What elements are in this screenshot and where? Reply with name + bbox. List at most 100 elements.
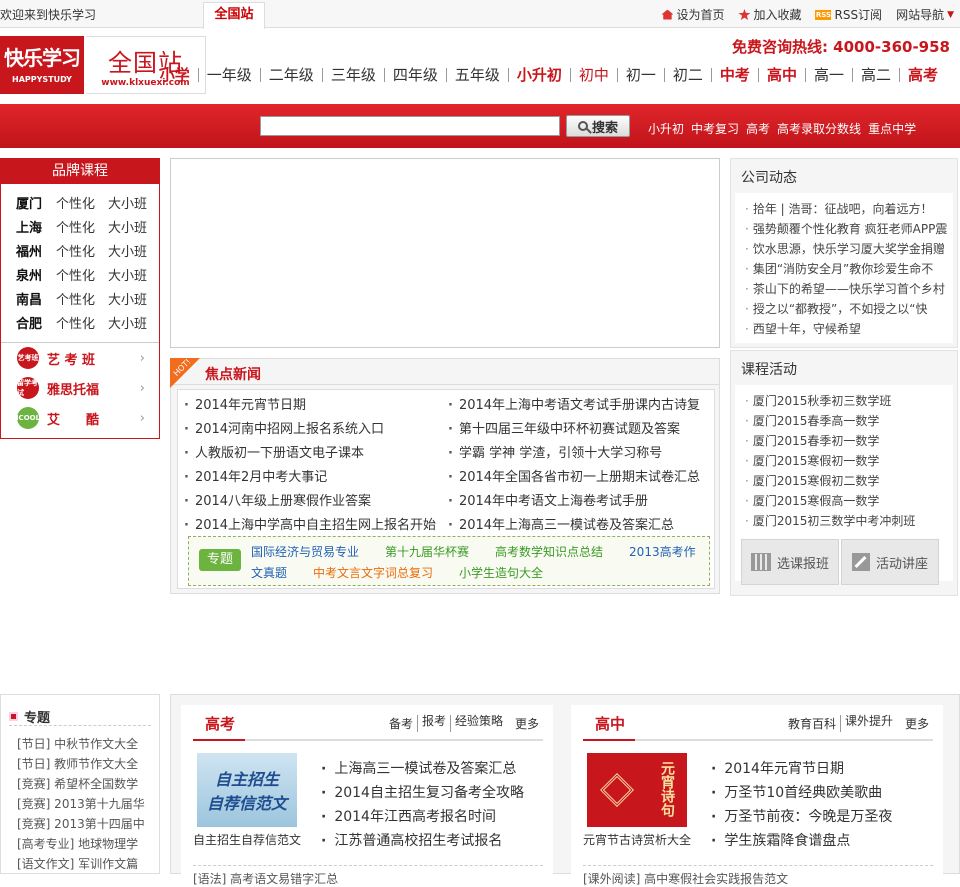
side-topic-item[interactable]: [节日] 教师节作文大全	[17, 754, 151, 774]
news-item[interactable]: 2014年上海中考语文考试手册课内古诗复	[448, 394, 712, 418]
news-item[interactable]: 2014年2月中考大事记	[184, 466, 448, 490]
gaokao-sublink[interactable]: 备考	[385, 715, 417, 732]
city-link[interactable]: 泉州	[16, 265, 56, 284]
course-item[interactable]: 厦门2015春季初一数学	[745, 431, 953, 451]
grade-nav-item[interactable]: 小升初	[507, 68, 570, 83]
course-item[interactable]: 厦门2015寒假初一数学	[745, 451, 953, 471]
grade-nav-item[interactable]: 一年级	[197, 68, 260, 83]
ielts-toefl-link[interactable]: 留学考试 雅思托福 ›	[1, 373, 159, 403]
side-topic-item[interactable]: [竞赛] 希望杯全国数学	[17, 774, 151, 794]
personalized-link[interactable]: 个性化	[56, 217, 108, 236]
topic-link[interactable]: 国际经济与贸易专业	[251, 543, 359, 560]
course-item[interactable]: 厦门2015春季高一数学	[745, 411, 953, 431]
gaozhong-news-item[interactable]: 学生族霜降食谱盘点	[711, 829, 892, 853]
company-news-item[interactable]: 茶山下的希望——快乐学习首个乡村	[745, 279, 953, 299]
news-item[interactable]: 2014上海中学高中自主招生网上报名开始	[184, 514, 448, 538]
side-topic-item[interactable]: [高考专业] 地球物理学	[17, 834, 151, 854]
news-item[interactable]: 2014八年级上册寒假作业答案	[184, 490, 448, 514]
personalized-link[interactable]: 个性化	[56, 193, 108, 212]
gaokao-feature-image[interactable]: 自主招生 自荐信范文	[197, 753, 297, 827]
grade-nav-item[interactable]: 小学	[152, 68, 198, 83]
gaokao-news-item[interactable]: 2014年江西高考报名时间	[321, 805, 524, 829]
gaozhong-sublink[interactable]: 课外提升	[839, 715, 897, 732]
grade-nav-item[interactable]: 初二	[663, 68, 711, 83]
hot-word-link[interactable]: 小升初	[648, 120, 684, 137]
topic-link[interactable]: 文真题	[251, 564, 287, 581]
gaozhong-news-item[interactable]: 万圣节10首经典欧美歌曲	[711, 781, 892, 805]
course-item[interactable]: 厦门2015寒假初二数学	[745, 471, 953, 491]
icool-link[interactable]: ICOOL 艾 酷 ›	[1, 403, 159, 433]
gaozhong-news-item[interactable]: 万圣节前夜：今晚是万圣夜	[711, 805, 892, 829]
grade-nav-item[interactable]: 三年级	[321, 68, 384, 83]
gaozhong-bottom-link[interactable]: [课外阅读] 高中寒假社会实践报告范文	[583, 865, 933, 887]
company-news-item[interactable]: 饮水思源，快乐学习厦大奖学金捐赠	[745, 239, 953, 259]
gaokao-bottom-link[interactable]: [语法] 高考语文易错字汇总	[193, 865, 543, 887]
grade-nav-item[interactable]: 初一	[616, 68, 664, 83]
city-link[interactable]: 上海	[16, 217, 56, 236]
topic-link[interactable]: 2013高考作	[629, 543, 696, 560]
grade-nav-item[interactable]: 中考	[710, 68, 758, 83]
grade-nav-item[interactable]: 四年级	[383, 68, 446, 83]
city-link[interactable]: 合肥	[16, 313, 56, 332]
city-link[interactable]: 福州	[16, 241, 56, 260]
add-favorite-link[interactable]: 加入收藏	[738, 6, 801, 23]
grade-nav-item[interactable]: 五年级	[445, 68, 508, 83]
grade-nav-item[interactable]: 高考	[898, 68, 946, 83]
art-exam-link[interactable]: 艺考班艺 考 班 ›	[1, 343, 159, 373]
grade-nav-item[interactable]: 高二	[851, 68, 899, 83]
station-tab[interactable]: 全国站	[203, 2, 265, 29]
gaozhong-sublink[interactable]: 教育百科	[784, 715, 840, 732]
more-link[interactable]: 更多	[515, 715, 539, 732]
search-button[interactable]: 搜索	[566, 115, 630, 137]
city-link[interactable]: 厦门	[16, 193, 56, 212]
hot-word-link[interactable]: 重点中学	[868, 120, 916, 137]
course-item[interactable]: 厦门2015寒假高一数学	[745, 491, 953, 511]
search-input[interactable]	[260, 116, 560, 136]
gaozhong-news-item[interactable]: 2014年元宵节日期	[711, 757, 892, 781]
topic-link[interactable]: 第十九届华杯赛	[385, 543, 469, 560]
course-item[interactable]: 厦门2015秋季初三数学班	[745, 391, 953, 411]
course-signup-button[interactable]: 选课报班	[741, 539, 839, 585]
gaozhong-title[interactable]: 高中	[595, 713, 625, 734]
course-item[interactable]: 厦门2015初三数学中考冲刺班	[745, 511, 953, 531]
topic-link[interactable]: 小学生造句大全	[459, 564, 543, 581]
banner-slot[interactable]	[170, 158, 720, 348]
personalized-link[interactable]: 个性化	[56, 265, 108, 284]
class-link[interactable]: 大小班	[108, 193, 147, 212]
news-item[interactable]: 2014年上海高三一模试卷及答案汇总	[448, 514, 712, 538]
side-topic-item[interactable]: [语文作文] 军训作文篇	[17, 854, 151, 874]
news-item[interactable]: 第十四届三年级中环杯初赛试题及答案	[448, 418, 712, 442]
class-link[interactable]: 大小班	[108, 289, 147, 308]
news-item[interactable]: 人教版初一下册语文电子课本	[184, 442, 448, 466]
news-item[interactable]: 2014河南中招网上报名系统入口	[184, 418, 448, 442]
topic-link[interactable]: 高考数学知识点总结	[495, 543, 603, 560]
activity-lecture-button[interactable]: 活动讲座	[841, 539, 939, 585]
gaokao-feature-caption[interactable]: 自主招生自荐信范文	[193, 831, 301, 848]
gaokao-news-item[interactable]: 江苏普通高校招生考试报名	[321, 829, 524, 853]
topic-link[interactable]: 中考文言文字词总复习	[313, 564, 433, 581]
personalized-link[interactable]: 个性化	[56, 289, 108, 308]
class-link[interactable]: 大小班	[108, 265, 147, 284]
side-topic-item[interactable]: [竞赛] 2013第十九届华	[17, 794, 151, 814]
more-link[interactable]: 更多	[905, 715, 929, 732]
gaokao-news-item[interactable]: 上海高三一模试卷及答案汇总	[321, 757, 524, 781]
gaozhong-feature-caption[interactable]: 元宵节古诗赏析大全	[583, 831, 691, 848]
gaozhong-feature-image[interactable]: 元宵诗句	[587, 753, 687, 827]
news-item[interactable]: 2014年全国各省市初一上册期末试卷汇总	[448, 466, 712, 490]
side-topic-item[interactable]: [节日] 中秋节作文大全	[17, 734, 151, 754]
set-homepage-link[interactable]: 设为首页	[661, 6, 724, 23]
personalized-link[interactable]: 个性化	[56, 241, 108, 260]
class-link[interactable]: 大小班	[108, 313, 147, 332]
company-news-item[interactable]: 集团“消防安全月”教你珍爱生命不	[745, 259, 953, 279]
hot-word-link[interactable]: 中考复习	[691, 120, 739, 137]
personalized-link[interactable]: 个性化	[56, 313, 108, 332]
class-link[interactable]: 大小班	[108, 217, 147, 236]
news-item[interactable]: 学霸 学神 学渣，引领十大学习称号	[448, 442, 712, 466]
grade-nav-item[interactable]: 高中	[757, 68, 805, 83]
company-news-item[interactable]: 授之以“都教授”，不如授之以“快	[745, 299, 953, 319]
company-news-item[interactable]: 拾年 | 浩哥：征战吧，向着远方！	[745, 199, 953, 219]
news-item[interactable]: 2014年中考语文上海卷考试手册	[448, 490, 712, 514]
gaokao-news-item[interactable]: 2014自主招生复习备考全攻略	[321, 781, 524, 805]
class-link[interactable]: 大小班	[108, 241, 147, 260]
hot-word-link[interactable]: 高考录取分数线	[777, 120, 861, 137]
